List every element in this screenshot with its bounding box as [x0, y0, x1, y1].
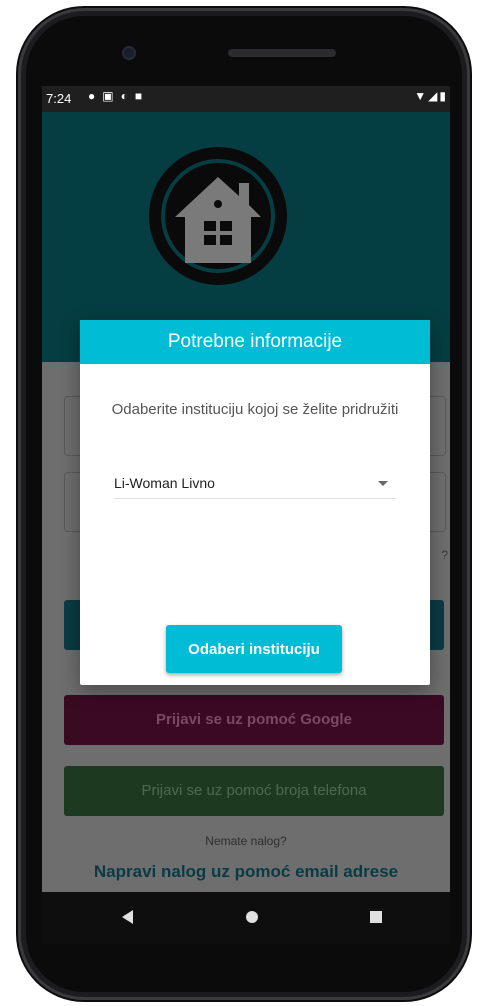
signal-icon: ◢ — [428, 89, 438, 103]
app-logo-inner — [161, 159, 275, 273]
wifi-icon: ▼ — [414, 89, 427, 103]
google-login-label: Prijavi se uz pomoć Google — [156, 711, 352, 728]
phone-login-button[interactable]: Prijavi se uz pomoć broja telefona — [64, 766, 444, 816]
location-icon: ● — [88, 89, 96, 103]
status-system-icons: ▼ ◢ ▮ — [414, 89, 446, 103]
house-icon — [175, 177, 261, 263]
recents-icon[interactable] — [370, 911, 382, 923]
institution-dialog: Potrebne informacije Odaberite instituci… — [80, 320, 430, 685]
sd-card-icon: ■ — [134, 89, 143, 103]
navigation-bar — [42, 892, 450, 944]
status-bar: 7:24 ● ▣ ◐ ■ ▼ ◢ ▮ — [42, 86, 450, 112]
status-notification-icons: ● ▣ ◐ ■ — [88, 89, 142, 103]
status-time: 7:24 — [46, 91, 72, 106]
no-account-text: Nemate nalog? — [205, 834, 287, 848]
chevron-down-icon — [378, 481, 388, 486]
select-institution-button[interactable]: Odaberi instituciju — [166, 625, 342, 673]
app-logo — [152, 150, 284, 282]
gmail-icon: ▣ — [102, 89, 114, 103]
front-camera — [122, 46, 136, 60]
app-icon: ◐ — [120, 89, 128, 103]
forgot-password-hint[interactable]: ? — [441, 548, 448, 562]
battery-icon: ▮ — [439, 89, 446, 103]
institution-dropdown[interactable]: Li-Woman Livno — [114, 468, 396, 499]
phone-login-label: Prijavi se uz pomoć broja telefona — [141, 782, 367, 799]
google-login-button[interactable]: Prijavi se uz pomoć Google — [64, 695, 444, 745]
institution-dropdown-value: Li-Woman Livno — [114, 475, 215, 491]
earpiece-speaker — [228, 49, 336, 57]
home-icon[interactable] — [246, 911, 258, 923]
dialog-title: Potrebne informacije — [80, 320, 430, 364]
back-icon[interactable] — [122, 910, 133, 924]
create-account-link[interactable]: Napravi nalog uz pomoć email adrese — [42, 862, 450, 882]
dialog-message: Odaberite instituciju kojoj se želite pr… — [111, 401, 399, 418]
